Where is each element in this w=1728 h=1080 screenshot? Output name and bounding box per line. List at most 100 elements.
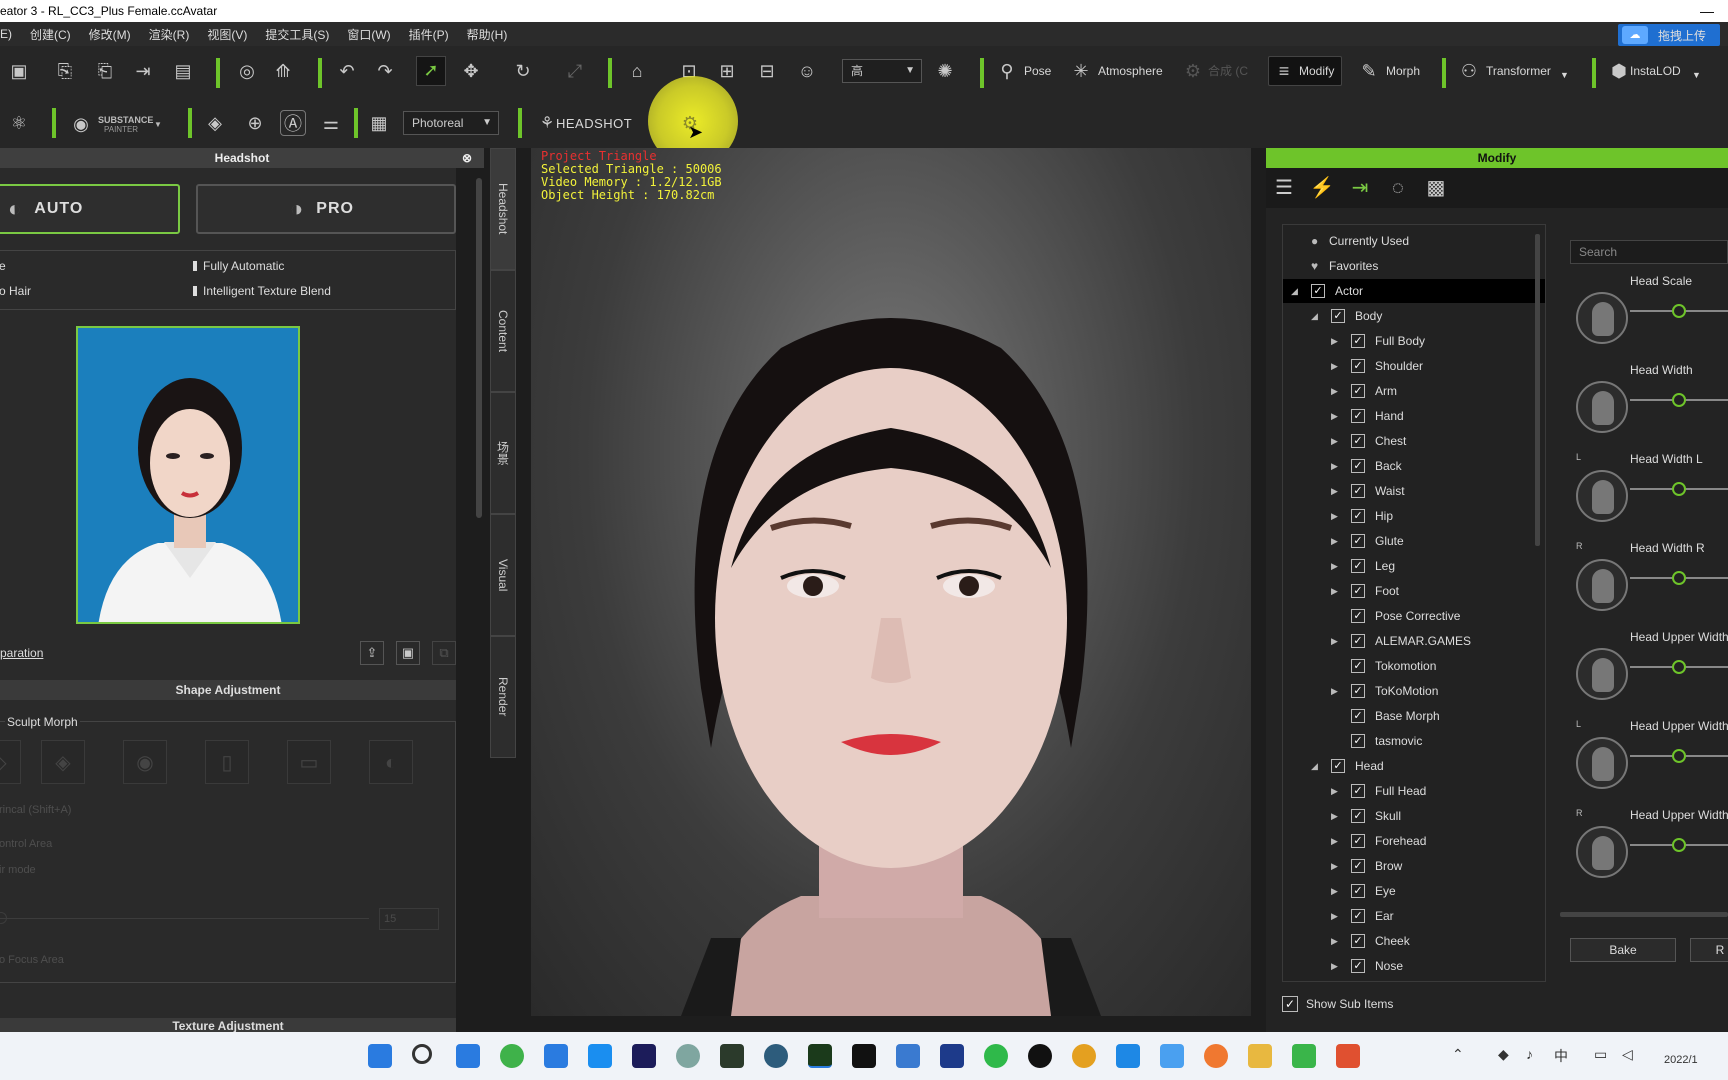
camera-view-icon[interactable]: ⊟ [754,58,780,84]
tree-item[interactable]: ▶ ✓ Nose [1283,954,1545,978]
menu-item-help[interactable]: 帮助(H) [467,26,508,43]
app-icon[interactable] [544,1044,568,1068]
network-icon[interactable]: ▭ [1594,1046,1607,1063]
tree-item[interactable]: ▶ ✓ Full Body [1283,329,1545,353]
tree-item[interactable]: ● Currently Used [1283,229,1545,253]
tree-checkbox[interactable]: ✓ [1331,759,1345,773]
menu-item-window[interactable]: 窗口(W) [347,26,390,43]
app-icon[interactable] [1204,1044,1228,1068]
character-creator-icon[interactable] [808,1044,832,1068]
expand-arrow-icon[interactable]: ▶ [1331,679,1338,703]
morph-icon[interactable]: ✎ [1356,58,1382,84]
tree-item[interactable]: ✓ tasmovic [1283,729,1545,753]
menu-item-edit[interactable]: E) [0,27,12,41]
character-icon[interactable]: ◎ [234,58,260,84]
save-icon[interactable]: ▣ [6,58,32,84]
expand-arrow-icon[interactable]: ▶ [1331,954,1338,978]
tree-checkbox[interactable]: ✓ [1351,584,1365,598]
smart-icon[interactable]: Ⓐ [280,110,306,136]
wechat-icon[interactable] [984,1044,1008,1068]
expand-arrow-icon[interactable]: ▶ [1331,879,1338,903]
tree-checkbox[interactable]: ✓ [1351,409,1365,423]
auto-mode-button[interactable]: ◐ AUTO [0,184,180,234]
tree-checkbox[interactable]: ✓ [1351,459,1365,473]
menu-item-modify[interactable]: 修改(M) [89,26,131,43]
search-icon[interactable] [412,1044,432,1064]
slider-knob[interactable] [1672,660,1686,674]
tree-item[interactable]: ▶ ✓ Skull [1283,804,1545,828]
search-input[interactable]: Search [1570,240,1728,264]
tree-checkbox[interactable]: ✓ [1351,534,1365,548]
tree-item[interactable]: ♥ Favorites [1283,254,1545,278]
headshot-button[interactable]: ⚘ HEADSHOT [534,110,634,138]
material-icon[interactable]: ◈ [202,110,228,136]
tree-item[interactable]: ◢ ✓ Body [1283,304,1545,328]
morph-button[interactable]: Morph [1386,58,1420,84]
tree-checkbox[interactable]: ✓ [1351,734,1365,748]
reset-button[interactable]: R [1690,938,1728,962]
transfer-icon[interactable]: ⟰ [270,58,296,84]
tree-checkbox[interactable]: ✓ [1351,559,1365,573]
home-camera-icon[interactable]: ⌂ [624,58,650,84]
pro-mode-button[interactable]: ◑ PRO [196,184,456,234]
render-settings-icon[interactable]: ▦ [366,110,392,136]
tree-checkbox[interactable]: ✓ [1351,934,1365,948]
app-icon[interactable] [676,1044,700,1068]
expand-arrow-icon[interactable]: ▶ [1331,554,1338,578]
tree-checkbox[interactable]: ✓ [1351,809,1365,823]
import-icon[interactable]: ⎘ [52,58,78,84]
tree-checkbox[interactable]: ✓ [1311,284,1325,298]
atmosphere-icon[interactable]: ✳ [1068,58,1094,84]
tree-checkbox[interactable]: ✓ [1351,384,1365,398]
select-tool-icon[interactable]: ➚ [416,56,446,86]
tree-item[interactable]: ✓ Tokomotion [1283,654,1545,678]
modify-button[interactable]: ≡ Modify [1268,56,1342,86]
tree-checkbox[interactable]: ✓ [1331,309,1345,323]
quality-select[interactable]: 高 ▼ [842,59,922,83]
morph-tab-icon[interactable]: ⇥ [1346,174,1374,202]
rotate-tool-icon[interactable]: ↻ [510,58,536,84]
shape-adjustment-header[interactable]: Shape Adjustment [0,680,456,700]
app-icon[interactable] [1336,1044,1360,1068]
close-icon[interactable]: ⊗ [462,148,472,168]
collapse-arrow-icon[interactable]: ◢ [1311,754,1318,778]
morph-slider[interactable]: Head Scale [1576,274,1728,354]
tree-item[interactable]: ▶ ✓ ToKoMotion [1283,679,1545,703]
atmosphere-button[interactable]: Atmosphere [1098,58,1163,84]
app-icon[interactable] [1292,1044,1316,1068]
tree-item[interactable]: ▶ ✓ Glute [1283,529,1545,553]
tree-item[interactable]: ▶ ✓ Full Head [1283,779,1545,803]
chevron-up-icon[interactable]: ⌃ [1452,1046,1464,1063]
slider-knob[interactable] [1672,571,1686,585]
show-sub-items-checkbox[interactable]: ✓ [1282,996,1298,1012]
tree-checkbox[interactable]: ✓ [1351,684,1365,698]
expand-arrow-icon[interactable]: ▶ [1331,579,1338,603]
tree-item[interactable]: ▶ ✓ Forehead [1283,829,1545,853]
tab-content[interactable]: Content [490,270,516,392]
tree-checkbox[interactable]: ✓ [1351,709,1365,723]
move-tool-icon[interactable]: ✥ [458,58,484,84]
collapse-arrow-icon[interactable]: ◢ [1311,304,1318,328]
menu-item-render[interactable]: 渲染(R) [149,26,190,43]
motion-tab-icon[interactable]: ⚡ [1308,174,1336,202]
transformer-icon[interactable]: ⚇ [1456,58,1482,84]
pose-button[interactable]: Pose [1024,58,1051,84]
slider-knob[interactable] [1672,304,1686,318]
app-icon[interactable] [1160,1044,1184,1068]
tree-checkbox[interactable]: ✓ [1351,434,1365,448]
send-icon[interactable]: ⇥ [130,58,156,84]
bake-button[interactable]: Bake [1570,938,1676,962]
microphone-icon[interactable]: ♪ [1526,1046,1533,1062]
morph-slider[interactable]: R Head Upper Width [1576,808,1728,888]
save-icon[interactable]: ▣ [396,641,420,665]
app-icon[interactable] [852,1044,876,1068]
slider-knob[interactable] [1672,749,1686,763]
transformer-button[interactable]: Transformer [1486,58,1551,84]
premiere-icon[interactable] [632,1044,656,1068]
tree-checkbox[interactable]: ✓ [1351,659,1365,673]
tree-item[interactable]: ▶ ✓ Chest [1283,429,1545,453]
expand-arrow-icon[interactable]: ▶ [1331,904,1338,928]
preparation-link[interactable]: paration [0,646,43,660]
preview-icon[interactable]: ▤ [170,58,196,84]
upload-button[interactable]: ☁ 拖拽上传 [1618,24,1720,46]
